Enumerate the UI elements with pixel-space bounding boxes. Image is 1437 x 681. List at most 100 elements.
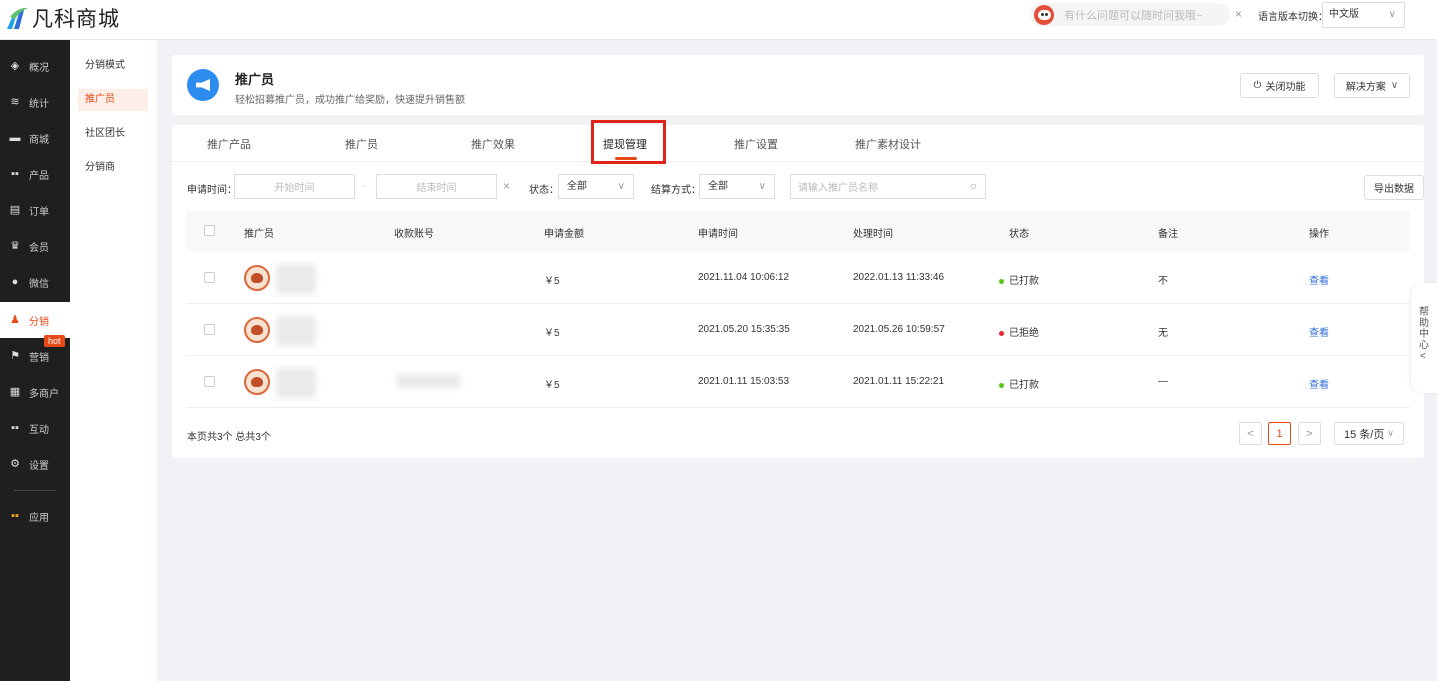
view-link[interactable]: 查看 [1309,272,1329,287]
chevron-down-icon: ∨ [1388,9,1396,20]
solution-dropdown[interactable]: 解决方案 ∨ [1334,73,1410,98]
chevron-left-icon: < [1420,351,1426,362]
clipboard-icon: ▤ [9,204,21,216]
view-link[interactable]: 查看 [1309,324,1329,339]
amount: ￥5 [544,328,560,339]
subnav-item-distribution-mode[interactable]: 分销模式 [78,55,148,77]
nav-item-distribution[interactable]: ♟ 分销 [0,302,70,338]
chart-icon: ≋ [10,96,20,108]
table-row: ￥5 2021.05.20 15:35:35 2021.05.26 10:59:… [186,304,1410,356]
nav-item-mall[interactable]: ▬ 商城 [0,120,70,156]
status-dot [999,382,1004,388]
flag-icon: ⚑ [10,350,20,362]
nav-item-apps[interactable]: ▪▪ 应用 [0,498,70,534]
process-time: 2021.01.11 15:22:21 [853,376,945,387]
close-icon[interactable]: × [1235,7,1242,21]
row-checkbox[interactable] [204,272,215,283]
apply-time: 2021.01.11 15:03:53 [698,376,790,387]
status-select[interactable]: 全部 ∨ [558,174,634,199]
nav-item-members[interactable]: ♛ 会员 [0,228,70,264]
page-size-select[interactable]: 15 条/页 ∨ [1334,422,1404,445]
apply-time: 2021.11.04 10:06:12 [698,272,790,283]
tab-bar: 推广产品 推广员 推广效果 提现管理 推广设置 推广素材设计 [172,120,1424,164]
logo-icon [7,7,28,29]
column-header: 推广员 [244,229,274,240]
export-data-button[interactable]: 导出数据 [1364,175,1424,200]
hot-badge: hot [44,335,65,347]
prev-page-button[interactable]: < [1239,422,1262,445]
row-checkbox[interactable] [204,376,215,387]
status-badge: 已拒绝 [999,324,1039,339]
withdrawal-panel: 推广产品 推广员 推广效果 提现管理 推广设置 推广素材设计 申请时间： 开始时… [172,120,1424,458]
page-title: 推广员 [235,72,275,87]
settlement-select[interactable]: 全部 ∨ [699,174,775,199]
avatar [244,369,270,395]
date-range-separator: - [363,181,367,192]
logo[interactable]: 凡科商城 [4,4,120,32]
help-search-input[interactable]: 有什么问题可以随时问我哦~ [1030,3,1230,26]
page-1-button[interactable]: 1 [1268,422,1291,445]
nav-item-multi-merchant[interactable]: ▦ 多商户 [0,374,70,410]
language-select[interactable]: 中文版 ∨ [1322,2,1405,28]
subnav-item-distributor[interactable]: 分销商 [78,157,148,179]
settlement-label: 结算方式： [651,185,701,196]
table-row: ￥5 2021.11.04 10:06:12 2022.01.13 11:33:… [186,252,1410,304]
layers-icon: ◈ [10,60,20,72]
redacted-account [396,374,461,388]
tab-promotion-material[interactable]: 推广素材设计 [855,136,921,152]
nav-item-wechat[interactable]: ● 微信 [0,264,70,300]
chevron-down-icon: ∨ [617,181,625,192]
process-time: 2021.05.26 10:59:57 [853,324,945,335]
status-label: 状态： [529,185,559,196]
chevron-down-icon: ∨ [1390,80,1399,91]
status-badge: 已打款 [999,376,1039,391]
page-subtitle: 轻松招募推广员，成功推广给奖励，快速提升销售额 [235,95,465,106]
column-header: 申请时间 [698,229,738,240]
nav-item-orders[interactable]: ▤ 订单 [0,192,70,228]
chevron-down-icon: ∨ [1387,428,1394,438]
view-link[interactable]: 查看 [1309,376,1329,391]
shop-icon: ▦ [9,386,21,398]
row-checkbox[interactable] [204,324,215,335]
promoter-name-search-input[interactable]: 请输入推广员名称 ○ [790,174,986,199]
crown-icon: ♛ [10,240,20,252]
chevron-down-icon: ∨ [758,181,766,192]
page-summary: 本页共3个 总共3个 [187,432,271,443]
tab-promotion-settings[interactable]: 推广设置 [734,136,778,152]
tab-promoters[interactable]: 推广员 [345,136,378,152]
column-header: 处理时间 [853,229,893,240]
gear-icon: ⚙ [10,458,20,470]
nav-item-settings[interactable]: ⚙ 设置 [0,446,70,482]
note: 不 [1158,276,1168,287]
close-feature-button[interactable]: ⏻ 关闭功能 [1240,73,1319,98]
start-date-input[interactable]: 开始时间 [234,174,355,199]
tab-promotion-effect[interactable]: 推广效果 [471,136,515,152]
subnav-item-promoter[interactable]: 推广员 [78,89,148,111]
main-sidebar: ◈ 概况 ≋ 统计 ▬ 商城 ▪▪ 产品 ▤ 订单 ♛ 会员 ● 微信 ♟ 分销 ⚑ 营销 hot… [0,40,70,681]
next-page-button[interactable]: > [1298,422,1321,445]
redacted-name [276,316,316,346]
nav-item-interaction[interactable]: ▪▪ 互动 [0,410,70,446]
nav-item-overview[interactable]: ◈ 概况 [0,48,70,84]
note: — [1158,376,1168,387]
note: 无 [1158,328,1168,339]
apps-icon: ▪▪ [11,422,19,434]
search-icon: ○ [969,179,977,193]
chatbot-icon [1034,4,1054,25]
grid-icon: ▪▪ [11,168,19,180]
highlight-box [591,120,666,164]
nav-item-products[interactable]: ▪▪ 产品 [0,156,70,192]
table-header: 推广员 收款账号 申请金额 申请时间 处理时间 状态 备注 操作 [186,211,1410,251]
select-all-checkbox[interactable] [204,225,215,236]
status-dot [999,330,1004,336]
subnav-item-community-leader[interactable]: 社区团长 [78,123,148,145]
tab-promoted-products[interactable]: 推广产品 [207,136,251,152]
help-center-tab[interactable]: 帮助中心 < [1411,283,1437,393]
end-date-input[interactable]: 结束时间 [376,174,497,199]
clear-date-icon[interactable]: × [503,179,510,193]
nav-item-statistics[interactable]: ≋ 统计 [0,84,70,120]
top-bar: 凡科商城 有什么问题可以随时问我哦~ × 语言版本切换： 中文版 ∨ [0,0,1437,40]
store-icon: ▬ [9,132,21,144]
process-time: 2022.01.13 11:33:46 [853,272,945,283]
help-search-placeholder: 有什么问题可以随时问我哦~ [1064,9,1203,22]
